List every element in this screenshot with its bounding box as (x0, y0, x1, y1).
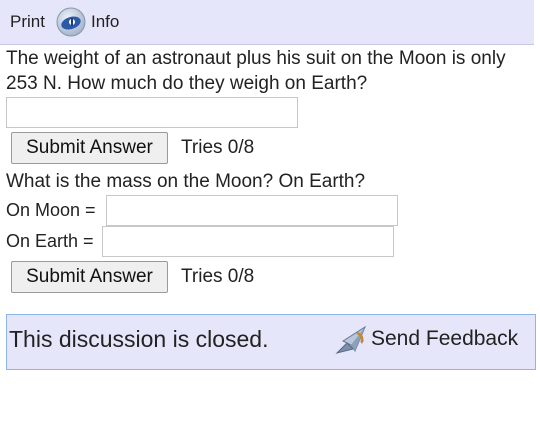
top-toolbar: Print Info (0, 0, 534, 45)
send-feedback-link[interactable]: Send Feedback (371, 327, 518, 351)
tries-counter-1: Tries 0/8 (181, 137, 255, 158)
submit-answer-button-1[interactable]: Submit Answer (11, 132, 168, 164)
problem2-question: What is the mass on the Moon? On Earth? (6, 171, 366, 192)
submit-answer-button-2[interactable]: Submit Answer (11, 261, 168, 293)
on-earth-label: On Earth = (6, 231, 94, 251)
earth-mass-input[interactable] (102, 226, 394, 257)
info-link[interactable]: Info (91, 12, 119, 32)
on-moon-label: On Moon = (6, 200, 96, 220)
discussion-bar: This discussion is closed. Send Feedback (6, 314, 536, 370)
moon-mass-input[interactable] (106, 195, 398, 226)
send-feedback-icon[interactable] (333, 323, 369, 359)
info-globe-icon[interactable] (55, 6, 87, 38)
tries-counter-2: Tries 0/8 (181, 266, 255, 287)
weight-answer-input[interactable] (6, 97, 298, 128)
discussion-closed-text: This discussion is closed. (9, 326, 269, 352)
problem1-question: The weight of an astronaut plus his suit… (6, 48, 506, 94)
print-link[interactable]: Print (10, 12, 45, 32)
